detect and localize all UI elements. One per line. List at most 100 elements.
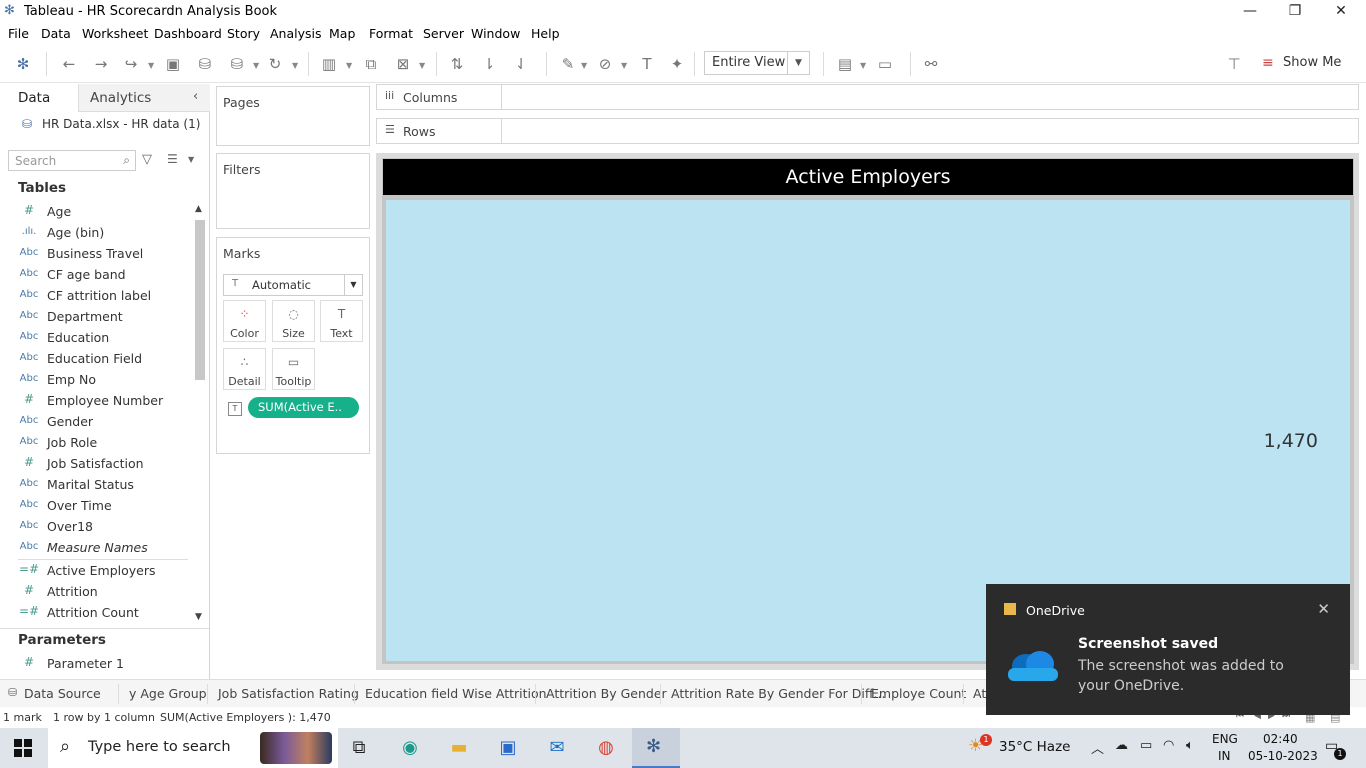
field-item[interactable]: Abc Measure Names <box>18 538 188 559</box>
labels-icon[interactable]: T <box>636 54 658 74</box>
show-me-button[interactable]: Show Me <box>1283 55 1341 70</box>
task-view-icon[interactable]: ⧉ <box>344 734 374 762</box>
menu-data[interactable]: Data <box>41 26 71 41</box>
field-item[interactable]: # Job Satisfaction <box>18 454 188 475</box>
clock-time[interactable]: 02:40 <box>1263 732 1298 746</box>
size-button[interactable]: ◌ Size <box>272 300 315 342</box>
field-item[interactable]: # Employee Number <box>18 391 188 412</box>
parameter-item[interactable]: # Parameter 1 <box>18 654 188 675</box>
field-item[interactable]: Abc Emp No <box>18 370 188 391</box>
clear-sheet-icon[interactable]: ⊠ <box>392 54 414 74</box>
rows-shelf[interactable]: ☰ Rows <box>376 118 1359 144</box>
file-explorer-icon[interactable]: ▬ <box>444 734 474 762</box>
field-item[interactable]: Abc Over18 <box>18 517 188 538</box>
replay-icon[interactable]: ↪ <box>120 54 142 74</box>
tab-attrition-by-gender[interactable]: Attrition By Gender <box>546 686 667 701</box>
pages-card[interactable]: Pages <box>216 86 370 146</box>
field-item[interactable]: Abc Department <box>18 307 188 328</box>
field-item[interactable]: Abc Education Field <box>18 349 188 370</box>
weather-text[interactable]: 35°C Haze <box>999 739 1070 755</box>
highlight-icon[interactable]: ✎ <box>557 54 579 74</box>
tab-education-field-wise-attrition[interactable]: Education field Wise Attrition <box>365 686 547 701</box>
field-item[interactable]: =# Attrition Count <box>18 603 188 624</box>
tab-job-satisfaction-rating[interactable]: Job Satisfaction Rating <box>218 686 359 701</box>
field-item[interactable]: Abc Job Role <box>18 433 188 454</box>
filters-card[interactable]: Filters <box>216 153 370 229</box>
menu-help[interactable]: Help <box>531 26 560 41</box>
format-painter-icon[interactable]: ⊤ <box>1223 54 1245 74</box>
windows-start-icon[interactable] <box>14 739 32 757</box>
tab-analytics[interactable]: Analytics <box>90 90 151 106</box>
tab-data-source[interactable]: Data Source <box>24 686 101 701</box>
text-button[interactable]: T Text <box>320 300 363 342</box>
presentation-icon[interactable]: ▭ <box>874 54 896 74</box>
field-item[interactable]: .ılı. Age (bin) <box>18 223 188 244</box>
share-icon[interactable]: ⚯ <box>920 54 942 74</box>
tableau-home-icon[interactable]: ✻ <box>12 54 34 74</box>
taskbar-search[interactable]: ⌕ Type here to search <box>48 728 338 768</box>
tab-employe-count[interactable]: Employe Count <box>871 686 966 701</box>
field-item[interactable]: Abc Marital Status <box>18 475 188 496</box>
battery-icon[interactable]: ▭ <box>1140 738 1152 753</box>
onedrive-toast[interactable]: OneDrive ✕ Screenshot saved The screensh… <box>986 584 1350 715</box>
sort-asc-icon[interactable]: ⇂ <box>478 54 500 74</box>
color-button[interactable]: ⁘ Color <box>223 300 266 342</box>
menu-analysis[interactable]: Analysis <box>270 26 322 41</box>
wifi-icon[interactable]: ◠ <box>1163 738 1174 753</box>
view-list-icon[interactable]: ☰ <box>167 152 178 166</box>
undo-icon[interactable]: ← <box>58 54 80 74</box>
scrollbar-thumb[interactable] <box>195 220 205 380</box>
menu-dashboard[interactable]: Dashboard <box>154 26 222 41</box>
store-icon[interactable]: ▣ <box>493 734 523 762</box>
pin-icon[interactable]: ✦ <box>666 54 688 74</box>
menu-format[interactable]: Format <box>369 26 413 41</box>
region-code[interactable]: IN <box>1218 749 1231 763</box>
scroll-down-icon[interactable]: ▼ <box>195 612 202 622</box>
menu-file[interactable]: File <box>8 26 29 41</box>
restore-button[interactable]: ❐ <box>1272 0 1318 23</box>
redo-icon[interactable]: → <box>90 54 112 74</box>
scroll-up-icon[interactable]: ▲ <box>195 204 202 214</box>
tab-age-group[interactable]: y Age Group <box>129 686 207 701</box>
chrome-icon[interactable]: ◍ <box>591 734 621 762</box>
edge-icon[interactable]: ◉ <box>395 734 425 762</box>
menu-map[interactable]: Map <box>329 26 355 41</box>
tab-data[interactable]: Data <box>18 90 50 106</box>
mail-icon[interactable]: ✉ <box>542 734 572 762</box>
field-item[interactable]: =# Active Employers <box>18 561 188 582</box>
columns-shelf[interactable]: iii Columns <box>376 84 1359 110</box>
fit-select[interactable]: Entire View ▼ <box>704 51 810 75</box>
new-worksheet-icon[interactable]: ▥ <box>318 54 340 74</box>
field-item[interactable]: # Age <box>18 202 188 223</box>
field-list-scrollbar[interactable]: ▲ ▼ <box>193 204 207 624</box>
chevron-down-icon[interactable]: ▼ <box>188 155 194 164</box>
volume-icon[interactable]: 🔈︎ <box>1186 738 1194 753</box>
datasource-name[interactable]: HR Data.xlsx - HR data (1) <box>42 117 200 131</box>
show-cards-icon[interactable]: ▤ <box>834 54 856 74</box>
menu-window[interactable]: Window <box>471 26 520 41</box>
filter-icon[interactable]: ▽ <box>142 152 152 167</box>
field-item[interactable]: Abc CF age band <box>18 265 188 286</box>
tooltip-button[interactable]: ▭ Tooltip <box>272 348 315 390</box>
save-icon[interactable]: ▣ <box>162 54 184 74</box>
group-icon[interactable]: ⊘ <box>594 54 616 74</box>
duplicate-sheet-icon[interactable]: ⧉ <box>360 54 382 74</box>
menu-server[interactable]: Server <box>423 26 464 41</box>
minimize-button[interactable]: — <box>1227 0 1273 23</box>
swap-icon[interactable]: ⇅ <box>446 54 468 74</box>
collapse-pane-icon[interactable]: ‹ <box>193 89 198 104</box>
new-datasource-icon[interactable]: ⛁ <box>194 54 216 74</box>
clock-date[interactable]: 05-10-2023 <box>1248 749 1318 763</box>
field-item[interactable]: Abc Business Travel <box>18 244 188 265</box>
refresh-icon[interactable]: ↻ <box>264 54 286 74</box>
field-item[interactable]: # Attrition <box>18 582 188 603</box>
tray-chevron-icon[interactable]: ︿ <box>1091 738 1104 757</box>
menu-story[interactable]: Story <box>227 26 260 41</box>
field-item[interactable]: Abc Education <box>18 328 188 349</box>
sort-desc-icon[interactable]: ⇃ <box>510 54 532 74</box>
viz-title[interactable]: Active Employers <box>383 159 1353 195</box>
menu-worksheet[interactable]: Worksheet <box>82 26 148 41</box>
search-input[interactable]: Search ⌕ <box>8 150 136 171</box>
close-button[interactable]: ✕ <box>1318 0 1364 23</box>
tableau-taskbar-active[interactable]: ✻ <box>632 728 680 768</box>
